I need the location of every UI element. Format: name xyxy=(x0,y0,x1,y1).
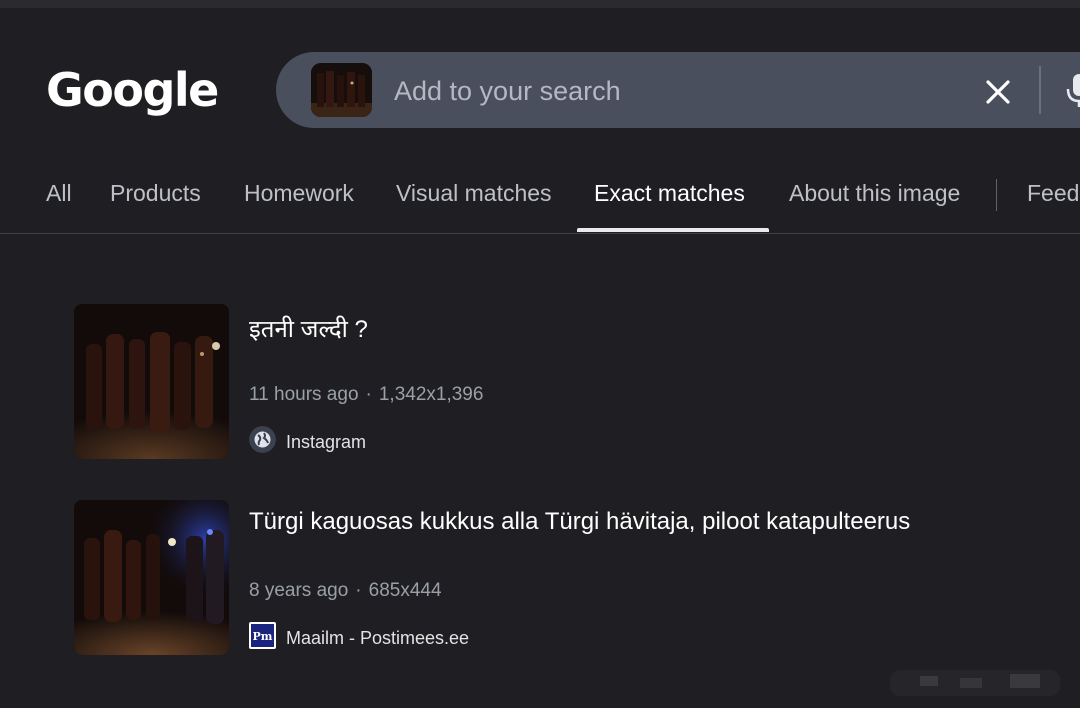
tab-products[interactable]: Products xyxy=(110,180,201,207)
tab-exact-matches[interactable]: Exact matches xyxy=(594,180,745,207)
result-meta: 11 hours ago · 1,342x1,396 xyxy=(249,384,483,406)
search-image-thumbnail[interactable] xyxy=(311,63,372,117)
tab-separator xyxy=(996,179,997,211)
result-source[interactable]: Maailm - Postimees.ee xyxy=(286,628,469,649)
tab-about-this-image[interactable]: About this image xyxy=(789,180,960,207)
image-artifact xyxy=(880,662,1070,702)
result-age: 11 hours ago xyxy=(249,384,359,405)
result-card[interactable]: Türgi kaguosas kukkus alla Türgi hävitaj… xyxy=(74,500,1034,658)
result-title[interactable]: इतनी जल्दी ? xyxy=(249,312,368,345)
globe-icon xyxy=(249,426,276,453)
result-thumbnail[interactable] xyxy=(74,304,229,459)
google-logo[interactable]: Google xyxy=(46,63,219,117)
result-dimensions: 685x444 xyxy=(368,580,442,601)
close-icon[interactable] xyxy=(980,74,1016,110)
postimees-logo-text: Pm xyxy=(253,630,273,643)
microphone-icon[interactable] xyxy=(1064,70,1080,110)
search-results-page: Google Add to your search All Products H… xyxy=(0,0,1080,708)
tab-bar: All Products Homework Visual matches Exa… xyxy=(0,160,1080,234)
result-dimensions: 1,342x1,396 xyxy=(378,384,484,405)
search-bar-divider xyxy=(1039,66,1041,114)
tab-feed[interactable]: Feed xyxy=(1027,180,1079,207)
result-card[interactable]: इतनी जल्दी ? 11 hours ago · 1,342x1,396 In… xyxy=(74,304,1034,462)
tab-homework[interactable]: Homework xyxy=(244,180,354,207)
meta-separator: · xyxy=(355,580,362,601)
tab-visual-matches[interactable]: Visual matches xyxy=(396,180,552,207)
result-thumbnail[interactable] xyxy=(74,500,229,655)
result-source[interactable]: Instagram xyxy=(286,432,366,453)
tab-all[interactable]: All xyxy=(46,180,72,207)
search-bar[interactable] xyxy=(276,52,1080,128)
search-input[interactable] xyxy=(392,70,956,112)
postimees-logo-icon: Pm xyxy=(249,622,276,649)
result-meta: 8 years ago · 685x444 xyxy=(249,580,442,602)
browser-top-strip xyxy=(0,0,1080,8)
meta-separator: · xyxy=(365,384,372,405)
result-title[interactable]: Türgi kaguosas kukkus alla Türgi hävitaj… xyxy=(249,508,910,536)
tab-bar-divider xyxy=(0,233,1080,234)
result-age: 8 years ago xyxy=(249,580,349,601)
active-tab-indicator xyxy=(577,228,769,232)
